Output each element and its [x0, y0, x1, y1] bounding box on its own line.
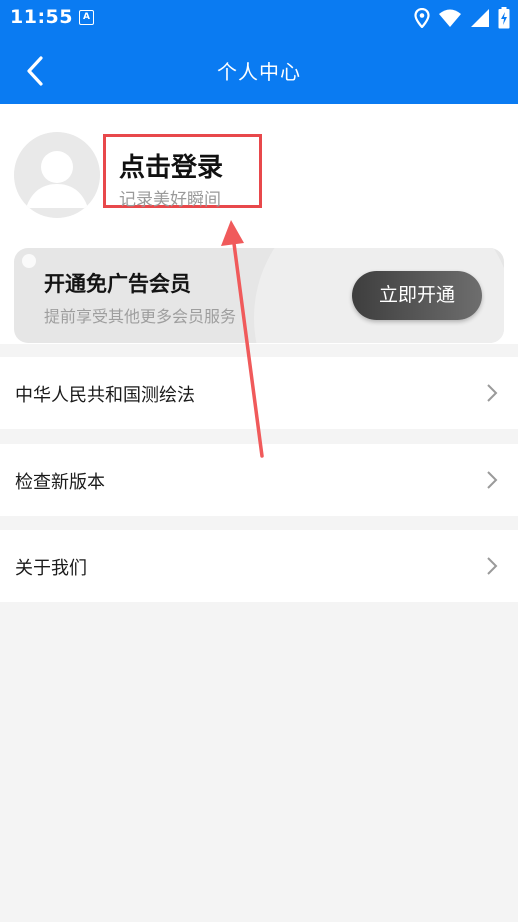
avatar[interactable]: [14, 132, 100, 218]
login-subtitle: 记录美好瞬间: [119, 190, 221, 210]
chevron-right-icon: [487, 557, 498, 575]
vip-subtitle: 提前享受其他更多会员服务: [44, 307, 237, 326]
menu-item-label: 中华人民共和国测绘法: [15, 385, 195, 406]
vip-title: 开通免广告会员: [44, 272, 191, 296]
chevron-right-icon: [487, 384, 498, 402]
battery-charging-icon: [498, 7, 510, 29]
location-icon: [414, 8, 430, 28]
status-time: 11:55: [10, 6, 73, 28]
default-avatar-icon: [14, 132, 100, 218]
notification-icon: A: [79, 10, 94, 25]
activate-vip-button[interactable]: 立即开通: [352, 271, 482, 320]
page-title: 个人中心: [217, 60, 301, 84]
card-decoration-dot: [22, 254, 36, 268]
login-title[interactable]: 点击登录: [119, 147, 223, 184]
status-bar: 11:55 A: [0, 0, 518, 36]
menu-item-surveying-law[interactable]: 中华人民共和国测绘法: [0, 357, 518, 429]
app-bar: 个人中心: [0, 36, 518, 104]
menu-item-label: 检查新版本: [15, 472, 105, 493]
chevron-right-icon: [487, 471, 498, 489]
wifi-icon: [439, 9, 461, 27]
vip-card[interactable]: 开通免广告会员 提前享受其他更多会员服务 立即开通: [14, 248, 504, 343]
menu-item-label: 关于我们: [15, 558, 87, 579]
login-highlight-box[interactable]: 点击登录 记录美好瞬间: [103, 134, 262, 210]
signal-icon: [471, 9, 489, 27]
status-icons: [414, 6, 510, 30]
menu-item-about-us[interactable]: 关于我们: [0, 530, 518, 602]
menu-item-check-update[interactable]: 检查新版本: [0, 444, 518, 516]
profile-section: 点击登录 记录美好瞬间 开通免广告会员 提前享受其他更多会员服务 立即开通: [0, 104, 518, 344]
